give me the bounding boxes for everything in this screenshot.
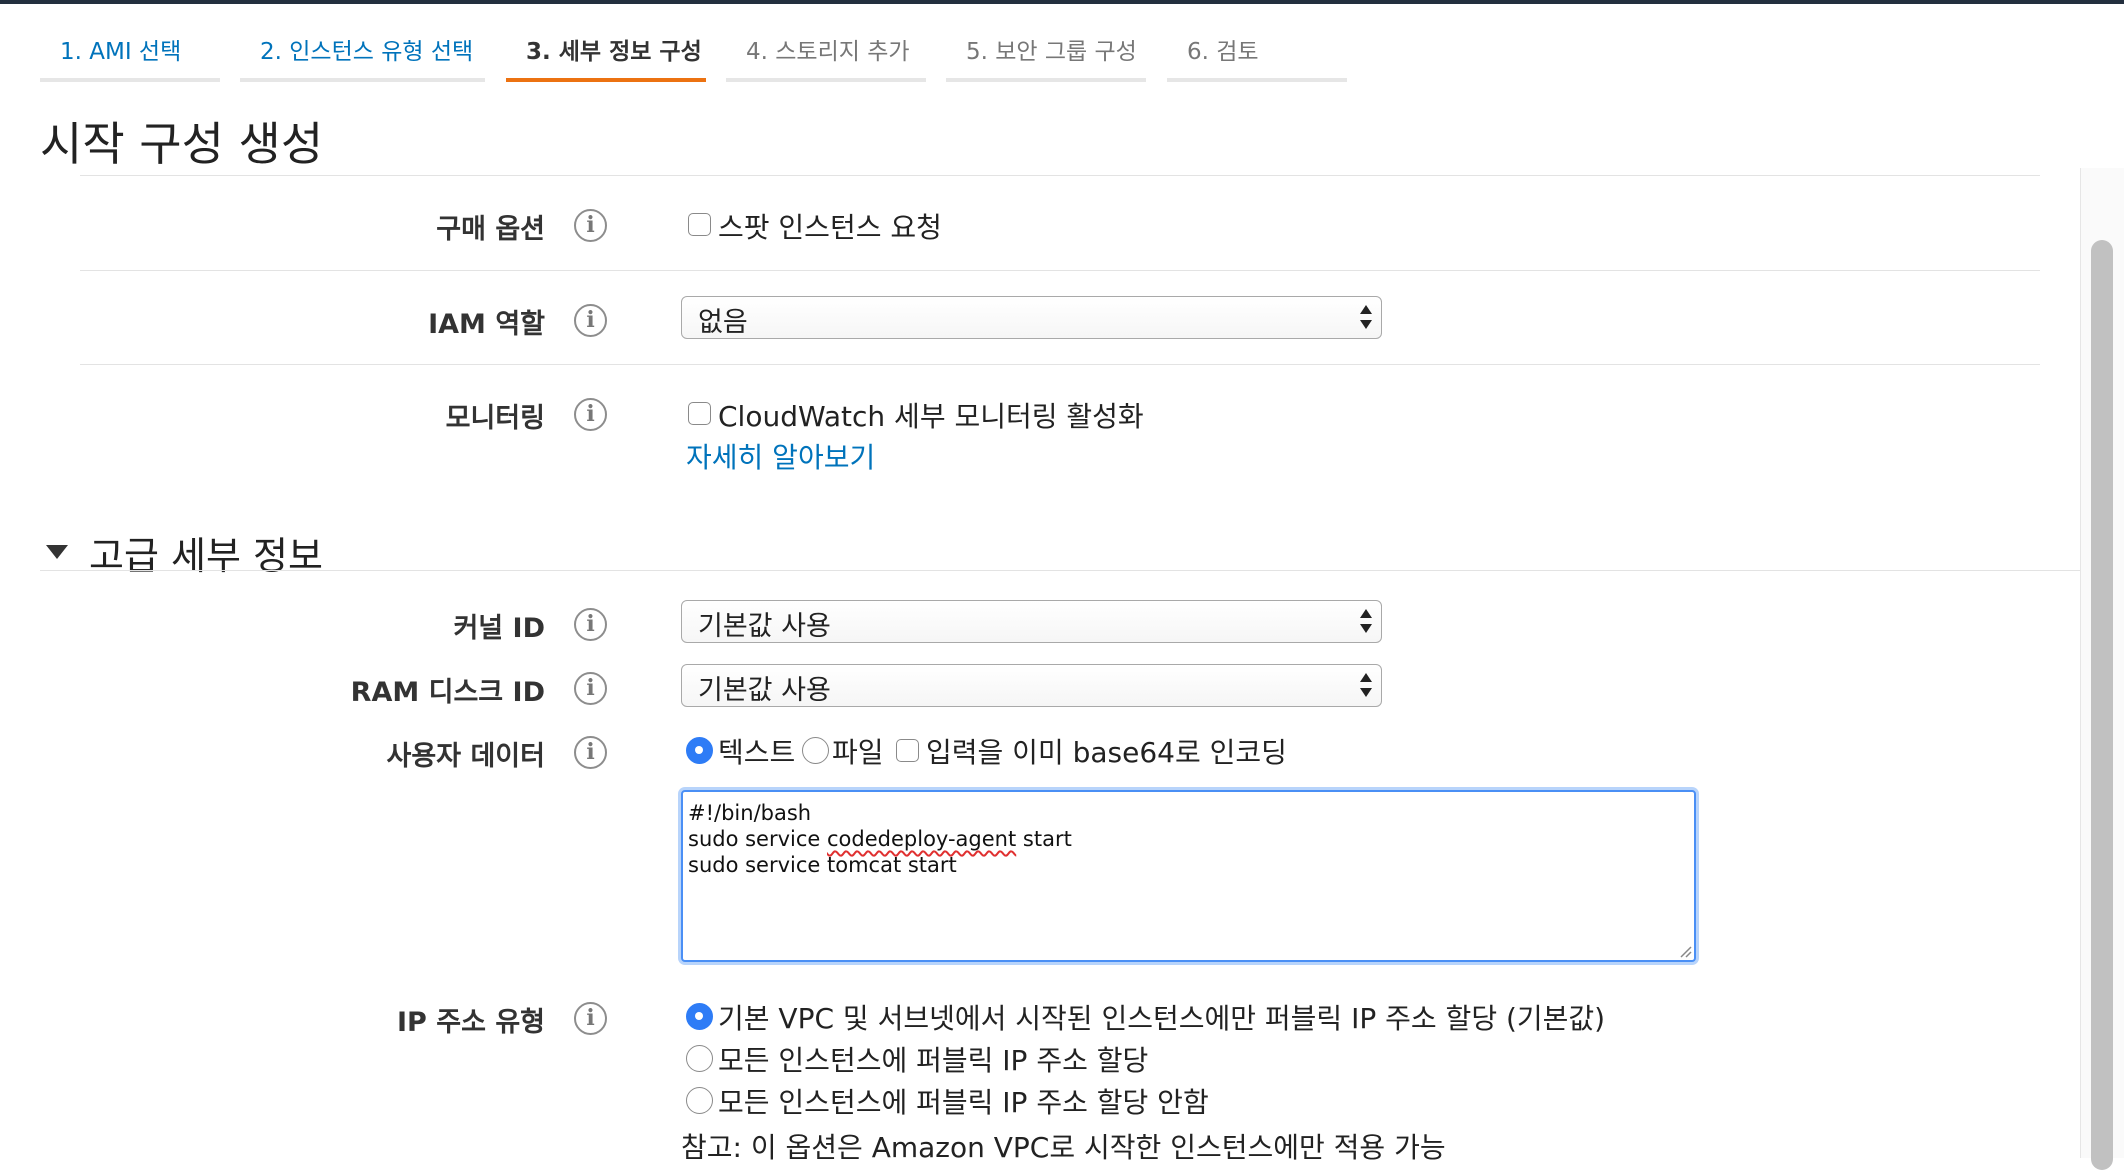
tab-instance-type[interactable]: 2. 인스턴스 유형 선택 bbox=[240, 30, 485, 82]
scrollbar[interactable] bbox=[2080, 168, 2124, 1170]
file-radio-label: 파일 bbox=[832, 736, 884, 769]
ramdisk-id-select[interactable]: 기본값 사용 bbox=[681, 664, 1382, 707]
ramdisk-id-label: RAM 디스크 ID bbox=[350, 677, 545, 708]
kernel-info-icon[interactable]: i bbox=[574, 608, 607, 641]
user-data-line: sudo service tomcat start bbox=[688, 853, 957, 877]
iam-role-value: 없음 bbox=[698, 307, 748, 338]
purchase-info-icon[interactable]: i bbox=[574, 209, 607, 242]
base64-checkbox[interactable] bbox=[896, 739, 919, 762]
divider bbox=[40, 570, 2080, 571]
kernel-id-value: 기본값 사용 bbox=[698, 611, 831, 642]
divider bbox=[80, 364, 2040, 365]
top-bar bbox=[0, 0, 2124, 4]
ip-none-radio[interactable] bbox=[686, 1087, 713, 1114]
ip-default-label: 기본 VPC 및 서브넷에서 시작된 인스턴스에만 퍼블릭 IP 주소 할당 (… bbox=[718, 1002, 1606, 1035]
tab-security-group: 5. 보안 그룹 구성 bbox=[946, 30, 1146, 82]
divider bbox=[80, 270, 2040, 271]
iam-info-icon[interactable]: i bbox=[574, 304, 607, 337]
text-radio[interactable] bbox=[686, 737, 713, 764]
ramdisk-id-value: 기본값 사용 bbox=[698, 675, 831, 706]
purchase-option-label: 구매 옵션 bbox=[436, 214, 545, 245]
file-radio[interactable] bbox=[802, 737, 829, 764]
resize-handle-icon[interactable] bbox=[1678, 944, 1692, 958]
spot-instance-label: 스팟 인스턴스 요청 bbox=[718, 211, 942, 244]
scrollbar-thumb[interactable] bbox=[2091, 240, 2113, 1170]
spot-instance-checkbox[interactable] bbox=[688, 213, 711, 236]
user-data-line: #!/bin/bash bbox=[688, 801, 812, 825]
kernel-id-label: 커널 ID bbox=[453, 613, 545, 644]
tab-review: 6. 검토 bbox=[1167, 30, 1347, 82]
user-data-text: sudo service bbox=[688, 827, 828, 851]
monitoring-info-icon[interactable]: i bbox=[574, 398, 607, 431]
tab-add-storage: 4. 스토리지 추가 bbox=[726, 30, 926, 82]
divider bbox=[80, 175, 2040, 176]
kernel-id-select[interactable]: 기본값 사용 bbox=[681, 600, 1382, 643]
select-arrows-icon bbox=[1360, 305, 1372, 329]
user-data-line: sudo service codedeploy-agent start bbox=[688, 826, 1689, 852]
ip-none-label: 모든 인스턴스에 퍼블릭 IP 주소 할당 안함 bbox=[718, 1086, 1209, 1119]
base64-label: 입력을 이미 base64로 인코딩 bbox=[926, 736, 1287, 769]
text-radio-label: 텍스트 bbox=[718, 736, 796, 769]
user-data-text: start bbox=[1016, 827, 1072, 851]
monitoring-label: 모니터링 bbox=[445, 403, 545, 434]
page-title: 시작 구성 생성 bbox=[40, 117, 324, 171]
ip-type-label: IP 주소 유형 bbox=[397, 1007, 545, 1038]
tab-configure-details[interactable]: 3. 세부 정보 구성 bbox=[506, 30, 706, 82]
select-arrows-icon bbox=[1360, 609, 1372, 633]
ip-type-info-icon[interactable]: i bbox=[574, 1002, 607, 1035]
user-data-textarea[interactable]: #!/bin/bash sudo service codedeploy-agent… bbox=[681, 790, 1696, 962]
user-data-label: 사용자 데이터 bbox=[386, 741, 545, 772]
ip-all-radio[interactable] bbox=[686, 1045, 713, 1072]
caret-down-icon bbox=[46, 545, 68, 559]
tab-ami[interactable]: 1. AMI 선택 bbox=[40, 30, 220, 82]
advanced-details-title: 고급 세부 정보 bbox=[89, 534, 323, 578]
ip-note: 참고: 이 옵션은 Amazon VPC로 시작한 인스턴스에만 적용 가능 bbox=[681, 1131, 1446, 1164]
select-arrows-icon bbox=[1360, 673, 1372, 697]
ip-default-radio[interactable] bbox=[686, 1003, 713, 1030]
ramdisk-info-icon[interactable]: i bbox=[574, 672, 607, 705]
iam-role-label: IAM 역할 bbox=[428, 309, 545, 340]
cloudwatch-label: CloudWatch 세부 모니터링 활성화 bbox=[718, 400, 1144, 433]
iam-role-select[interactable]: 없음 bbox=[681, 296, 1382, 339]
ip-all-label: 모든 인스턴스에 퍼블릭 IP 주소 할당 bbox=[718, 1044, 1149, 1077]
learn-more-link[interactable]: 자세히 알아보기 bbox=[686, 436, 875, 476]
user-data-info-icon[interactable]: i bbox=[574, 736, 607, 769]
spellcheck-word: codedeploy-agent bbox=[827, 827, 1017, 851]
cloudwatch-checkbox[interactable] bbox=[688, 402, 711, 425]
